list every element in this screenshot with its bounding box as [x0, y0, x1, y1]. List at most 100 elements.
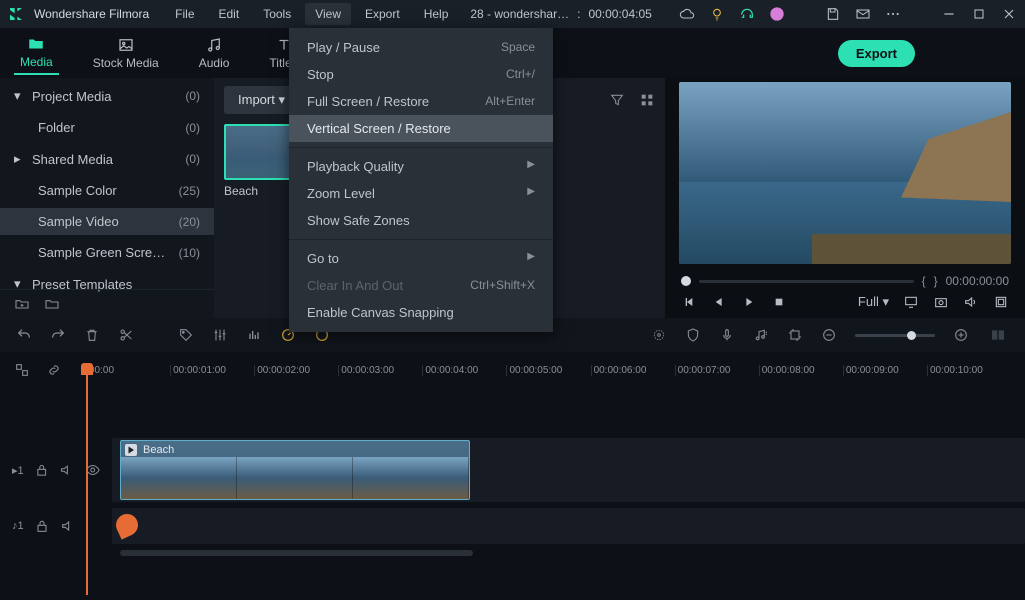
sidebar-item-sample-green[interactable]: Sample Green Scre…(10) — [0, 239, 214, 266]
sidebar-item-sample-video[interactable]: Sample Video(20) — [0, 208, 214, 235]
timeline-layout-icon[interactable] — [987, 327, 1009, 343]
menu-canvas-snapping[interactable]: Enable Canvas Snapping — [289, 299, 553, 326]
cloud-icon[interactable] — [679, 6, 695, 22]
sidebar-item-project-media[interactable]: ▾Project Media(0) — [0, 82, 214, 110]
lock-icon[interactable] — [34, 518, 50, 534]
menu-edit[interactable]: Edit — [209, 3, 250, 25]
save-icon[interactable] — [825, 6, 841, 22]
grid-view-icon[interactable] — [639, 92, 655, 108]
lock-icon[interactable] — [34, 462, 49, 478]
mic-icon[interactable] — [719, 327, 735, 343]
preview-pane: { } 00:00:00:00 Full ▾ — [665, 78, 1025, 318]
add-folder-icon[interactable] — [14, 296, 30, 312]
timeline-playhead[interactable] — [86, 365, 88, 595]
stop-icon[interactable] — [771, 294, 787, 310]
timeline-clip-beach[interactable]: Beach — [120, 440, 470, 500]
undo-icon[interactable] — [16, 327, 32, 343]
headset-icon[interactable] — [739, 6, 755, 22]
doc-name: 28 - wondershar… — [470, 7, 569, 21]
tag-icon[interactable] — [178, 327, 194, 343]
menu-view[interactable]: View — [305, 3, 351, 25]
avatar-icon[interactable] — [769, 6, 785, 22]
clip-to-monitor-icon[interactable] — [14, 362, 30, 378]
menu-file[interactable]: File — [165, 3, 204, 25]
timeline-tracks: ▸1 Beach ♪1 — [0, 388, 1025, 588]
timeline-ruler[interactable]: 00:00 00:00:01:00 00:00:02:00 00:00:03:0… — [86, 365, 1011, 376]
mail-icon[interactable] — [855, 6, 871, 22]
menu-vertical-screen[interactable]: Vertical Screen / Restore — [289, 115, 553, 142]
more-icon[interactable] — [885, 6, 901, 22]
redo-icon[interactable] — [50, 327, 66, 343]
sliders-icon[interactable] — [212, 327, 228, 343]
display-icon[interactable] — [903, 294, 919, 310]
audio-marker-icon[interactable] — [112, 510, 141, 539]
equalizer-icon[interactable] — [246, 327, 262, 343]
volume-icon[interactable] — [963, 294, 979, 310]
menu-safe-zones[interactable]: Show Safe Zones — [289, 207, 553, 234]
mute-icon[interactable] — [59, 462, 74, 478]
window-minimize-icon[interactable] — [941, 6, 957, 22]
sidebar-item-sample-color[interactable]: Sample Color(25) — [0, 177, 214, 204]
delete-icon[interactable] — [84, 327, 100, 343]
zoom-slider[interactable] — [855, 334, 935, 337]
timeline-scrollbar[interactable] — [0, 550, 1025, 560]
mute-icon[interactable] — [60, 518, 76, 534]
tab-audio[interactable]: Audio — [193, 32, 236, 74]
titlebar: Wondershare Filmora File Edit Tools View… — [0, 0, 1025, 28]
app-title: Wondershare Filmora — [34, 7, 149, 21]
tab-stock-media[interactable]: Stock Media — [87, 32, 165, 74]
cut-icon[interactable] — [118, 327, 134, 343]
fit-dropdown[interactable]: Full ▾ — [858, 294, 889, 310]
target-icon[interactable] — [651, 327, 667, 343]
menu-zoom-level[interactable]: Zoom Level▶ — [289, 180, 553, 207]
zoom-out-icon[interactable] — [821, 327, 837, 343]
shield-icon[interactable] — [685, 327, 701, 343]
menu-playback-quality[interactable]: Playback Quality▶ — [289, 153, 553, 180]
video-lane[interactable]: Beach — [112, 438, 1025, 502]
menu-go-to[interactable]: Go to▶ — [289, 245, 553, 272]
filter-icon[interactable] — [609, 92, 625, 108]
menu-fullscreen[interactable]: Full Screen / RestoreAlt+Enter — [289, 88, 553, 115]
prev-frame-icon[interactable] — [681, 294, 697, 310]
marker-in[interactable]: { — [922, 274, 926, 288]
chevron-right-icon: ▸ — [14, 151, 24, 167]
export-button[interactable]: Export — [838, 40, 915, 67]
menu-play-pause[interactable]: Play / PauseSpace — [289, 34, 553, 61]
snapshot-icon[interactable] — [933, 294, 949, 310]
image-icon — [117, 36, 135, 54]
import-button[interactable]: Import ▾ — [224, 86, 299, 114]
play-icon[interactable] — [741, 294, 757, 310]
preview-scrubber[interactable]: { } 00:00:00:00 — [671, 270, 1019, 292]
sidebar-item-shared-media[interactable]: ▸Shared Media(0) — [0, 145, 214, 173]
audio-track: ♪1 — [0, 508, 1025, 544]
view-menu-dropdown: Play / PauseSpace StopCtrl+/ Full Screen… — [289, 28, 553, 332]
marker-out[interactable]: } — [934, 274, 938, 288]
audio-lane[interactable] — [112, 508, 1025, 544]
menu-tools[interactable]: Tools — [253, 3, 301, 25]
expand-icon[interactable] — [993, 294, 1009, 310]
app-logo-icon — [8, 6, 24, 22]
preview-video[interactable] — [679, 82, 1011, 264]
doc-time: 00:00:04:05 — [588, 7, 651, 21]
sidebar-item-folder[interactable]: Folder(0) — [0, 114, 214, 141]
folder-icon[interactable] — [44, 296, 60, 312]
scrub-handle-icon[interactable] — [681, 276, 691, 286]
tab-media[interactable]: Media — [14, 31, 59, 75]
menu-stop[interactable]: StopCtrl+/ — [289, 61, 553, 88]
menu-help[interactable]: Help — [414, 3, 459, 25]
link-icon[interactable] — [46, 362, 62, 378]
menu-sep — [289, 147, 553, 148]
zoom-handle-icon[interactable] — [907, 331, 916, 340]
play-reverse-icon[interactable] — [711, 294, 727, 310]
zoom-in-icon[interactable] — [953, 327, 969, 343]
document-info: 28 - wondershar… : 00:00:04:05 — [470, 7, 651, 21]
menu-export[interactable]: Export — [355, 3, 410, 25]
music-mix-icon[interactable] — [753, 327, 769, 343]
track-video-icon: ▸1 — [12, 464, 24, 477]
window-maximize-icon[interactable] — [971, 6, 987, 22]
window-close-icon[interactable] — [1001, 6, 1017, 22]
menu-clear-in-out: Clear In And OutCtrl+Shift+X — [289, 272, 553, 299]
crop-icon[interactable] — [787, 327, 803, 343]
lightbulb-icon[interactable] — [709, 6, 725, 22]
chevron-down-icon: ▾ — [14, 88, 24, 104]
